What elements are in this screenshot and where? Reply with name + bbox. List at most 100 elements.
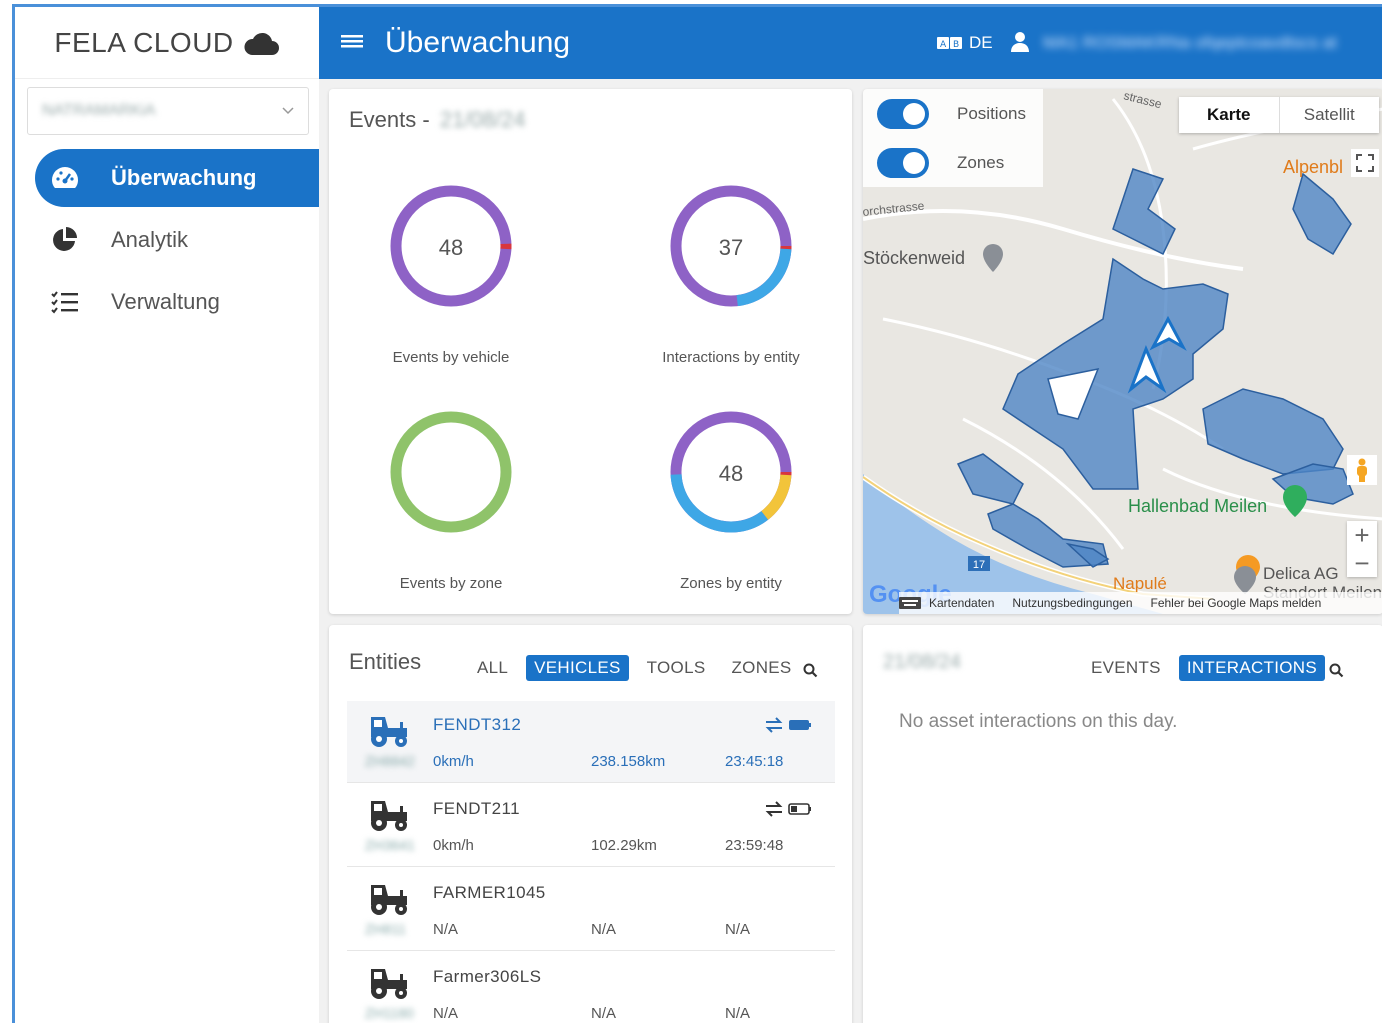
tab-tools[interactable]: TOOLS [639, 655, 714, 681]
entity-speed: N/A [433, 921, 459, 938]
positions-toggle[interactable] [877, 99, 929, 129]
nav-item-analytik[interactable]: Analytik [15, 211, 319, 269]
entity-filter-tabs: ALL VEHICLES TOOLS ZONES [469, 655, 810, 681]
battery-icon [789, 720, 809, 730]
menu-icon[interactable] [341, 33, 363, 54]
tab-events[interactable]: EVENTS [1083, 655, 1169, 681]
entity-id: ZH811 [365, 921, 406, 937]
brand-name: FELA CLOUD [54, 26, 234, 58]
place-label: Hallenbad Meilen [1128, 496, 1267, 516]
exchange-icon [765, 717, 783, 733]
svg-text:A: A [940, 40, 947, 50]
map-type-satellit[interactable]: Satellit [1280, 97, 1380, 133]
entity-distance: N/A [591, 921, 617, 938]
sidebar: FELA CLOUD NATRAMARKiA Überwachung Analy… [15, 7, 319, 1023]
entity-row[interactable]: FENDT312 ZH8842 0km/h 238.158km 23:45:18 [347, 701, 835, 783]
nav-label: Verwaltung [111, 289, 220, 314]
donut-value: 48 [719, 461, 743, 486]
tractor-icon [371, 801, 407, 831]
tractor-icon [371, 717, 407, 747]
events-date: 21/08/24 [439, 107, 526, 132]
events-title-label: Events - [349, 107, 430, 132]
interaction-tabs: EVENTS INTERACTIONS [1083, 655, 1335, 681]
user-icon[interactable] [1011, 31, 1029, 58]
zoom-in-button[interactable]: + [1347, 521, 1377, 549]
tenant-select[interactable]: NATRAMARKiA [27, 87, 309, 135]
list-check-icon [49, 290, 81, 314]
entity-speed: N/A [433, 1005, 459, 1022]
language-switch[interactable]: AB DE [937, 33, 993, 53]
fullscreen-icon[interactable] [1351, 149, 1379, 177]
tab-zones[interactable]: ZONES [723, 655, 799, 681]
entity-name: Farmer306LS [433, 967, 542, 986]
donut-chart: 48 [670, 411, 792, 533]
donut-value: 37 [719, 235, 743, 260]
search-icon[interactable] [1329, 663, 1344, 678]
positions-label: Positions [957, 104, 1026, 123]
nav-item-ueberwachung[interactable]: Überwachung [35, 149, 319, 207]
brand-logo[interactable]: FELA CLOUD [15, 7, 319, 79]
donut-interactions-by-entity[interactable]: 37 Interactions by entity [656, 181, 806, 366]
user-name[interactable]: MA1 ROSMAKRNa ofqeptcoavdtscs at [1043, 33, 1337, 53]
app-window: FELA CLOUD NATRAMARKiA Überwachung Analy… [12, 4, 1382, 1023]
entity-row[interactable]: FENDT211 ZH3641 0km/h 102.29km 23:59:48 [347, 785, 835, 867]
zones-label: Zones [957, 153, 1005, 172]
map-type-karte[interactable]: Karte [1179, 97, 1280, 133]
translate-icon: AB [937, 37, 962, 50]
entity-row[interactable]: FARMER1045 ZH811 N/A N/A N/A [347, 869, 835, 951]
svg-text:B: B [953, 40, 959, 50]
place-label: Delica AG [1263, 564, 1339, 583]
entity-name: FENDT211 [433, 799, 520, 818]
map-footer: Kartendaten Nutzungsbedingungen Fehler b… [899, 592, 1382, 614]
donut-zones-by-entity[interactable]: 48 Zones by entity [661, 407, 801, 592]
donut-events-by-zone[interactable]: Events by zone [381, 407, 521, 592]
tab-interactions[interactable]: INTERACTIONS [1178, 655, 1325, 681]
donut-label: Zones by entity [680, 575, 782, 592]
entity-distance: 238.158km [591, 753, 666, 770]
map-panel[interactable]: 17 orchstrasse strasse Stöckenweid Alpen… [863, 89, 1382, 614]
entity-time: N/A [725, 1005, 751, 1022]
donut-label: Interactions by entity [662, 349, 800, 366]
place-label: Alpenbl [1283, 157, 1343, 177]
empty-state-text: No asset interactions on this day. [899, 711, 1178, 732]
zones-toggle[interactable] [877, 148, 929, 178]
entity-time: 23:59:48 [725, 837, 784, 854]
tab-vehicles[interactable]: VEHICLES [526, 655, 629, 681]
donut-chart [390, 411, 512, 533]
entity-speed: 0km/h [433, 837, 474, 854]
dashboard-icon [49, 165, 81, 191]
events-card: Events - 21/08/24 48 Events by vehicle 3… [329, 89, 852, 614]
nav-item-verwaltung[interactable]: Verwaltung [15, 273, 319, 331]
status-icons [765, 801, 811, 817]
entity-name: FARMER1045 [433, 883, 546, 902]
zoom-out-button[interactable]: − [1347, 549, 1377, 577]
keyboard-icon[interactable] [899, 597, 921, 609]
terms-link[interactable]: Nutzungsbedingungen [1012, 596, 1132, 610]
entity-time: 23:45:18 [725, 753, 784, 770]
entity-row[interactable]: Farmer306LS ZH1180 N/A N/A N/A [347, 953, 835, 1023]
entity-speed: 0km/h [433, 753, 474, 770]
entity-id: ZH8842 [365, 753, 415, 769]
entities-title: Entities [349, 649, 422, 674]
entity-time: N/A [725, 921, 751, 938]
street-view-icon[interactable] [1347, 455, 1377, 485]
report-error-link[interactable]: Fehler bei Google Maps melden [1151, 596, 1322, 610]
page-title: Überwachung [385, 26, 571, 59]
map-data-link[interactable]: Kartendaten [929, 596, 994, 610]
nav-label: Analytik [111, 227, 189, 252]
entity-id: ZH3641 [365, 837, 415, 853]
nav-label: Überwachung [111, 165, 257, 190]
search-icon[interactable] [803, 663, 818, 678]
place-label: Napulé [1113, 574, 1167, 593]
zoom-control: + − [1347, 521, 1377, 577]
donut-events-by-vehicle[interactable]: 48 Events by vehicle [381, 181, 521, 366]
donut-value: 48 [439, 235, 463, 260]
interactions-card: 21/08/24 EVENTS INTERACTIONS No asset in… [863, 625, 1382, 1023]
place-label: Stöckenweid [863, 248, 965, 268]
donut-label: Events by zone [399, 575, 503, 592]
status-icons [765, 717, 811, 733]
chevron-down-icon [282, 107, 294, 115]
tab-all[interactable]: ALL [469, 655, 516, 681]
entity-id: ZH1180 [365, 1005, 414, 1021]
entity-distance: N/A [591, 1005, 617, 1022]
